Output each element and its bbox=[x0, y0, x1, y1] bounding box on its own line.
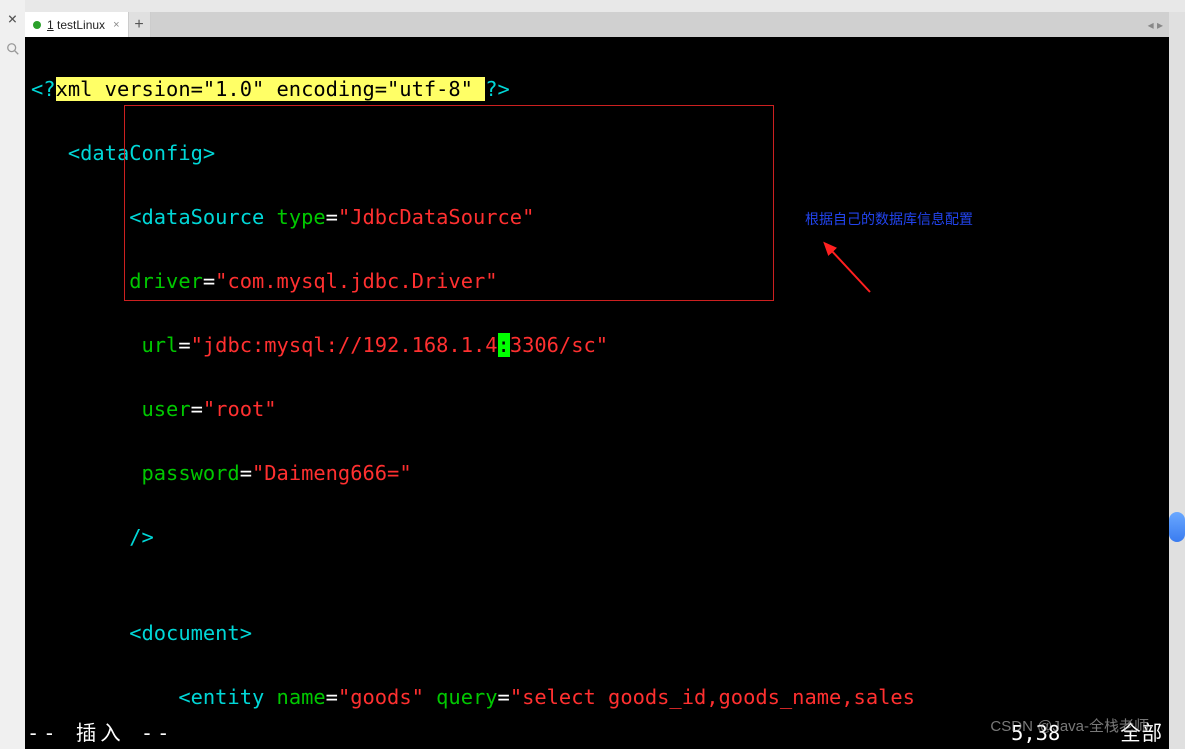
vim-mode: -- 插入 -- bbox=[27, 717, 173, 749]
search-icon[interactable] bbox=[0, 37, 25, 61]
watermark: CSDN @Java-全栈老师 bbox=[990, 711, 1149, 743]
code-line: <?xml version="1.0" encoding="utf-8" ?> bbox=[31, 73, 1163, 105]
code-line: <document> bbox=[31, 617, 1163, 649]
text-cursor: : bbox=[498, 333, 510, 357]
new-tab-button[interactable]: + bbox=[129, 12, 151, 37]
code-line: password="Daimeng666=" bbox=[31, 457, 1163, 489]
tab-scroll-arrows[interactable]: ◂ ▸ bbox=[1148, 12, 1169, 37]
tab-status-dot bbox=[33, 21, 41, 29]
code-line: url="jdbc:mysql://192.168.1.4:3306/sc" bbox=[31, 329, 1163, 361]
tab-close-icon[interactable]: × bbox=[111, 19, 121, 31]
scrollbar-track[interactable] bbox=[1169, 12, 1185, 749]
code-line: user="root" bbox=[31, 393, 1163, 425]
code-line: /> bbox=[31, 521, 1163, 553]
tab-testlinux[interactable]: 1 testLinux × bbox=[25, 12, 129, 37]
annotation-text: 根据自己的数据库信息配置 bbox=[805, 203, 973, 235]
left-gutter: × bbox=[0, 0, 25, 749]
tab-title: 1 testLinux bbox=[47, 18, 105, 32]
terminal-editor[interactable]: <?xml version="1.0" encoding="utf-8" ?> … bbox=[25, 37, 1169, 749]
annotation-box bbox=[124, 105, 774, 301]
tab-bar: 1 testLinux × + ◂ ▸ bbox=[25, 12, 1169, 37]
scrollbar-thumb[interactable] bbox=[1169, 512, 1185, 542]
close-icon[interactable]: × bbox=[0, 0, 25, 37]
code-line: <entity name="goods" query="select goods… bbox=[31, 681, 1163, 713]
